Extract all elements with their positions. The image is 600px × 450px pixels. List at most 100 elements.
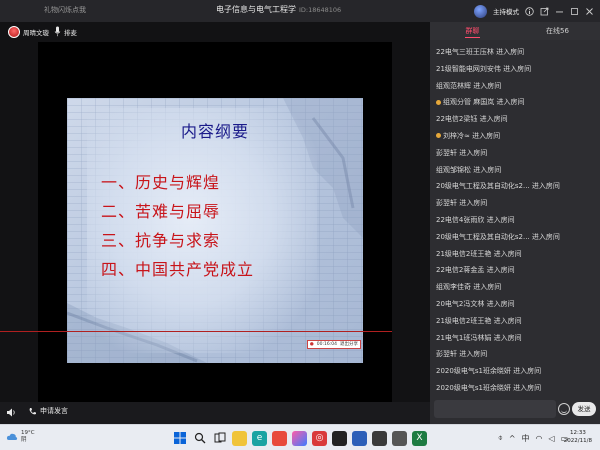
member-badge-icon [436, 133, 441, 139]
chat-message: 22电信2梁钰 进入房间 [436, 115, 508, 124]
apply-speak-label: 申请发言 [40, 407, 68, 415]
speaker-icon[interactable]: ◁ [549, 434, 555, 443]
chat-message: 21级智能电网刘安伟 进入房间 [436, 64, 532, 73]
task-view-icon[interactable] [212, 431, 227, 446]
wifi-icon[interactable]: ◠ [536, 434, 543, 443]
windows-start-icon[interactable] [172, 431, 187, 446]
stop-share-link[interactable]: 退出分享 [340, 341, 358, 348]
host-avatar [8, 26, 20, 38]
chat-message: 20级电气工程及其自动化s2... 进入房间 [436, 232, 560, 241]
room-name: 电子信息与电气工程学 [216, 5, 296, 14]
emoji-icon[interactable] [558, 403, 570, 415]
clock-time: 12:33 [569, 430, 586, 436]
chevron-up-icon[interactable]: ^ [509, 434, 516, 443]
host-seat[interactable]: 周晴文璇 [8, 26, 49, 38]
chat-message: 组观李佳奇 进入房间 [436, 283, 502, 292]
chat-message: 22电信4张雨欣 进入房间 [436, 215, 515, 224]
presentation-slide: 内容纲要 一、历史与辉煌 二、苦难与屈辱 三、抗争与求索 四、中国共产党成立 ●… [67, 98, 363, 363]
photos-icon[interactable] [292, 430, 307, 446]
slide-title: 内容纲要 [180, 122, 249, 141]
close-icon[interactable] [585, 7, 594, 16]
tab-group-chat[interactable]: 群聊 [430, 22, 515, 40]
chat-input[interactable] [434, 400, 556, 418]
stage-topbar: 周晴文璇 排麦 [0, 22, 430, 42]
weather-condition: 阴 [21, 437, 27, 443]
chat-feed: 22电气三班王压林 进入房间 21级智能电网刘安伟 进入房间 组观范林辉 进入房… [436, 44, 596, 397]
edge-icon[interactable]: e [252, 430, 267, 446]
tab-online[interactable]: 在线56 [515, 22, 600, 40]
ime-icon[interactable]: 中 [522, 433, 530, 444]
chat-message: 20电气2冯文林 进入房间 [436, 299, 515, 308]
weather-text: 19°C 阴 [21, 430, 35, 444]
share-icon[interactable] [540, 7, 549, 16]
chat-message: 刘梓冷≈ 进入房间 [436, 128, 596, 145]
netease-music-icon[interactable]: ◎ [312, 430, 327, 446]
chat-message-text: 组观分管 麻国岚 进入房间 [443, 98, 525, 107]
titlebar-controls: 主持模式 [474, 3, 594, 19]
chat-message: 21级电信2班王艳 进入房间 [436, 316, 522, 325]
qq-icon[interactable] [352, 430, 367, 446]
maximize-icon[interactable] [570, 7, 579, 16]
chat-message: 21级电信2班王艳 进入房间 [436, 249, 522, 258]
chat-message: 彭翌轩 进入房间 [436, 350, 488, 359]
room-title: 电子信息与电气工程学 ID:18648106 [216, 4, 341, 15]
microphone-icon [54, 26, 61, 37]
host-name: 周晴文璇 [23, 29, 49, 37]
outline-item: 二、苦难与屈辱 [101, 202, 221, 221]
title-bar: 礼物闪烁点我 电子信息与电气工程学 ID:18648106 主持模式 [0, 0, 600, 22]
chat-panel: 群聊 在线56 22电气三班王压林 进入房间 21级智能电网刘安伟 进入房间 组… [430, 22, 600, 424]
file-explorer-icon[interactable] [232, 430, 247, 446]
chat-message: 20级电气工程及其自动化s2... 进入房间 [436, 182, 560, 191]
clock-date: 2022/11/8 [563, 438, 592, 444]
record-dot-icon: ● [309, 342, 314, 347]
chat-message: 组观范林辉 进入房间 [436, 81, 502, 90]
member-badge-icon [436, 99, 441, 105]
mic-queue-label: 排麦 [64, 28, 77, 37]
chat-message: 21电气1班冯林娟 进入房间 [436, 333, 522, 342]
calculator-icon[interactable] [392, 430, 407, 446]
volume-icon[interactable] [6, 407, 17, 418]
share-timer: 00:16:04 [316, 342, 337, 347]
share-control-tag[interactable]: ● 00:16:04 退出分享 [306, 340, 361, 349]
apply-speak-button[interactable]: 申请发言 [28, 406, 68, 416]
screen-share-view: 内容纲要 一、历史与辉煌 二、苦难与屈辱 三、抗争与求索 四、中国共产党成立 ●… [38, 42, 392, 412]
user-avatar[interactable] [474, 4, 487, 18]
phone-icon [29, 407, 36, 414]
microphone-tray-icon[interactable]: ⌽ [498, 433, 503, 443]
chat-message: 彭翌轩 进入房间 [436, 148, 488, 157]
cloud-icon [6, 433, 18, 440]
send-button[interactable]: 发送 [572, 402, 596, 416]
chat-message: 2020级电气s1班余晓妍 进入房间 [436, 367, 542, 376]
info-icon[interactable] [525, 6, 534, 16]
weather-widget[interactable]: 19°C 阴 [6, 430, 35, 444]
store-icon[interactable] [272, 430, 287, 446]
taskbar-clock[interactable]: 12:33 2022/11/8 [564, 429, 592, 445]
chat-message: 22电气三班王压林 进入房间 [436, 48, 525, 56]
outline-item: 三、抗争与求索 [101, 231, 221, 250]
chat-message: 2020级电气s1班余晓妍 进入房间 [436, 383, 542, 392]
chat-tabs: 群聊 在线56 [430, 22, 600, 40]
outline-item: 四、中国共产党成立 [101, 260, 255, 279]
chat-message: 彭翌轩 进入房间 [436, 199, 488, 208]
search-icon[interactable] [192, 431, 207, 446]
minimize-icon[interactable] [555, 7, 564, 16]
system-tray: ⌽ ^ 中 ◠ ◁ ▭ [498, 431, 568, 445]
chat-message: 组观分管 麻国岚 进入房间 [436, 94, 596, 111]
mic-queue-button[interactable]: 排麦 [54, 26, 77, 37]
chat-message: 22电信2蒋金孟 进入房间 [436, 266, 515, 275]
chat-input-bar: 发送 [434, 400, 596, 418]
room-id: ID:18648106 [299, 6, 342, 14]
gift-flash-note[interactable]: 礼物闪烁点我 [44, 5, 86, 15]
progress-line [0, 331, 392, 332]
live-app-icon[interactable] [372, 430, 387, 446]
host-mode-label[interactable]: 主持模式 [493, 6, 519, 16]
excel-icon[interactable]: X [412, 430, 427, 446]
chat-message: 组观邹锦松 进入房间 [436, 165, 502, 174]
app-window: 礼物闪烁点我 电子信息与电气工程学 ID:18648106 主持模式 周晴文璇 … [0, 0, 600, 424]
taskbar-apps: e ◎ X [172, 428, 427, 448]
steam-icon[interactable] [332, 430, 347, 446]
slide-outline: 一、历史与辉煌 二、苦难与屈辱 三、抗争与求索 四、中国共产党成立 [101, 168, 254, 284]
stage-bottombar: 申请发言 [0, 402, 430, 424]
windows-taskbar: 19°C 阴 e ◎ X ⌽ ^ 中 ◠ ◁ ▭ 12:33 2022/11/8 [0, 424, 600, 450]
outline-item: 一、历史与辉煌 [101, 173, 221, 192]
